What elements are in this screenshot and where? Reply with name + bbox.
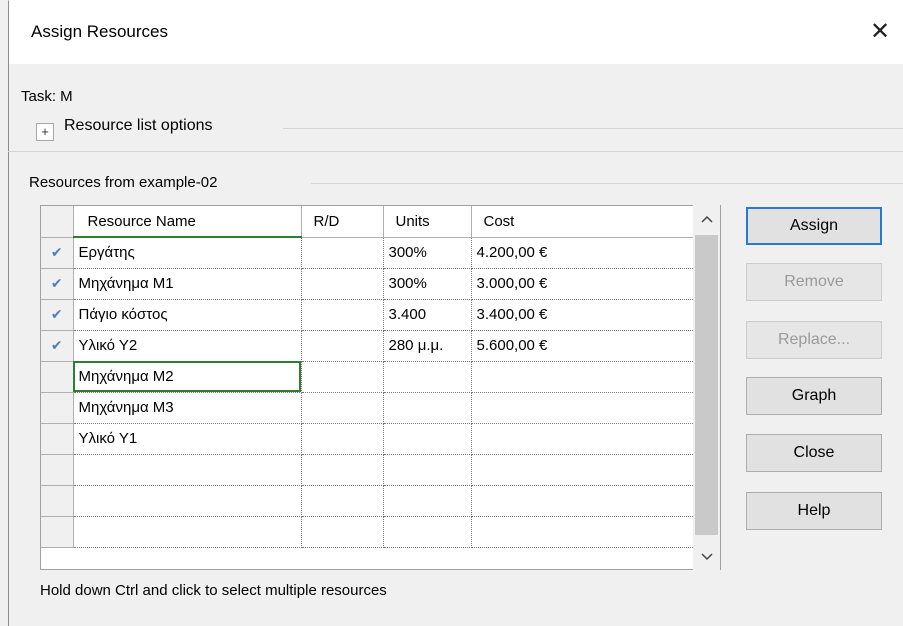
units-cell[interactable]: [383, 516, 472, 548]
units-cell[interactable]: [383, 392, 472, 424]
table-row[interactable]: Μηχάνημα M2: [41, 361, 697, 393]
table-row[interactable]: Μηχάνημα M3: [41, 392, 697, 424]
replace-button[interactable]: Replace...: [746, 321, 882, 359]
rd-cell[interactable]: [301, 299, 384, 331]
close-icon[interactable]: ✕: [863, 14, 897, 48]
resource-grid[interactable]: Resource Name R/D Units Cost ✔ Εργάτης 300…: [40, 205, 721, 570]
table-row[interactable]: ✔ Πάγιο κόστος 3.400 3.400,00 €: [41, 299, 697, 331]
resource-name-cell[interactable]: Υλικό Υ2: [73, 330, 302, 362]
table-row[interactable]: [41, 485, 697, 517]
resource-name-cell[interactable]: Μηχάνημα M2: [73, 361, 302, 393]
multi-select-hint: Hold down Ctrl and click to select multi…: [40, 582, 387, 599]
rd-cell[interactable]: [301, 516, 384, 548]
dialog-title: Assign Resources: [31, 22, 169, 41]
units-cell[interactable]: 300%: [383, 237, 472, 269]
assigned-check-icon[interactable]: ✔: [41, 299, 74, 331]
chevron-up-icon[interactable]: [693, 205, 720, 232]
chevron-down-icon[interactable]: [693, 543, 720, 570]
table-row[interactable]: ✔ Υλικό Υ2 280 μ.μ. 5.600,00 €: [41, 330, 697, 362]
cost-cell[interactable]: [471, 423, 697, 455]
cost-cell[interactable]: [471, 392, 697, 424]
select-all-header[interactable]: [41, 206, 74, 238]
help-button[interactable]: Help: [746, 492, 882, 530]
rd-cell[interactable]: [301, 268, 384, 300]
row-selector[interactable]: [41, 361, 74, 393]
units-cell[interactable]: 300%: [383, 268, 472, 300]
cost-cell[interactable]: 4.200,00 €: [471, 237, 697, 269]
resource-name-cell[interactable]: Εργάτης: [73, 237, 302, 269]
table-row[interactable]: ✔ Μηχάνημα M1 300% 3.000,00 €: [41, 268, 697, 300]
rd-cell[interactable]: [301, 392, 384, 424]
assigned-check-icon[interactable]: ✔: [41, 268, 74, 300]
remove-button[interactable]: Remove: [746, 263, 882, 301]
units-cell[interactable]: [383, 454, 472, 486]
task-label: Task: M: [21, 88, 73, 105]
resource-list-options-label[interactable]: Resource list options: [64, 117, 213, 135]
assign-resources-dialog: Assign Resources ✕ Task: M + Resource li…: [0, 0, 903, 626]
cost-cell[interactable]: 5.600,00 €: [471, 330, 697, 362]
assigned-check-icon[interactable]: ✔: [41, 330, 74, 362]
resource-name-cell[interactable]: [73, 516, 302, 548]
resource-list-options-text: Resource list options: [64, 117, 213, 134]
rd-cell[interactable]: [301, 330, 384, 362]
units-cell[interactable]: [383, 423, 472, 455]
units-cell[interactable]: [383, 485, 472, 517]
column-header-units[interactable]: Units: [383, 206, 472, 238]
row-selector[interactable]: [41, 485, 74, 517]
row-selector[interactable]: [41, 392, 74, 424]
rd-cell[interactable]: [301, 361, 384, 393]
dialog-left-border: [8, 0, 9, 626]
units-cell[interactable]: 280 μ.μ.: [383, 330, 472, 362]
cost-cell[interactable]: [471, 516, 697, 548]
scrollbar-thumb[interactable]: [695, 235, 718, 535]
cost-cell[interactable]: 3.400,00 €: [471, 299, 697, 331]
close-button[interactable]: Close: [746, 434, 882, 472]
resource-name-cell[interactable]: Υλικό Υ1: [73, 423, 302, 455]
cost-cell[interactable]: [471, 485, 697, 517]
row-selector[interactable]: [41, 516, 74, 548]
divider: [283, 128, 903, 129]
units-cell[interactable]: [383, 361, 472, 393]
resource-name-cell[interactable]: Μηχάνημα M1: [73, 268, 302, 300]
rd-cell[interactable]: [301, 423, 384, 455]
resource-table: Resource Name R/D Units Cost ✔ Εργάτης 300…: [41, 206, 697, 548]
table-header-row: Resource Name R/D Units Cost: [41, 206, 697, 238]
divider: [8, 151, 903, 152]
assign-button[interactable]: Assign: [746, 207, 882, 245]
row-selector[interactable]: [41, 454, 74, 486]
cost-cell[interactable]: 3.000,00 €: [471, 268, 697, 300]
resource-name-cell[interactable]: [73, 485, 302, 517]
table-row[interactable]: [41, 454, 697, 486]
vertical-scrollbar[interactable]: [693, 205, 720, 570]
resource-name-cell[interactable]: [73, 454, 302, 486]
resources-from-label: Resources from example-02: [29, 174, 218, 191]
title-bar: Assign Resources ✕: [9, 0, 903, 64]
rd-cell[interactable]: [301, 485, 384, 517]
row-selector[interactable]: [41, 423, 74, 455]
table-row[interactable]: Υλικό Υ1: [41, 423, 697, 455]
table-row[interactable]: [41, 516, 697, 548]
expand-plus-icon[interactable]: +: [36, 123, 54, 141]
cost-cell[interactable]: [471, 361, 697, 393]
resource-name-cell[interactable]: Μηχάνημα M3: [73, 392, 302, 424]
rd-cell[interactable]: [301, 237, 384, 269]
column-header-rd[interactable]: R/D: [301, 206, 384, 238]
table-row[interactable]: ✔ Εργάτης 300% 4.200,00 €: [41, 237, 697, 269]
assigned-check-icon[interactable]: ✔: [41, 237, 74, 269]
units-cell[interactable]: 3.400: [383, 299, 472, 331]
column-header-resource-name[interactable]: Resource Name: [73, 206, 302, 238]
divider: [311, 183, 903, 184]
rd-cell[interactable]: [301, 454, 384, 486]
cost-cell[interactable]: [471, 454, 697, 486]
column-header-cost[interactable]: Cost: [471, 206, 697, 238]
resource-name-cell[interactable]: Πάγιο κόστος: [73, 299, 302, 331]
graph-button[interactable]: Graph: [746, 377, 882, 415]
